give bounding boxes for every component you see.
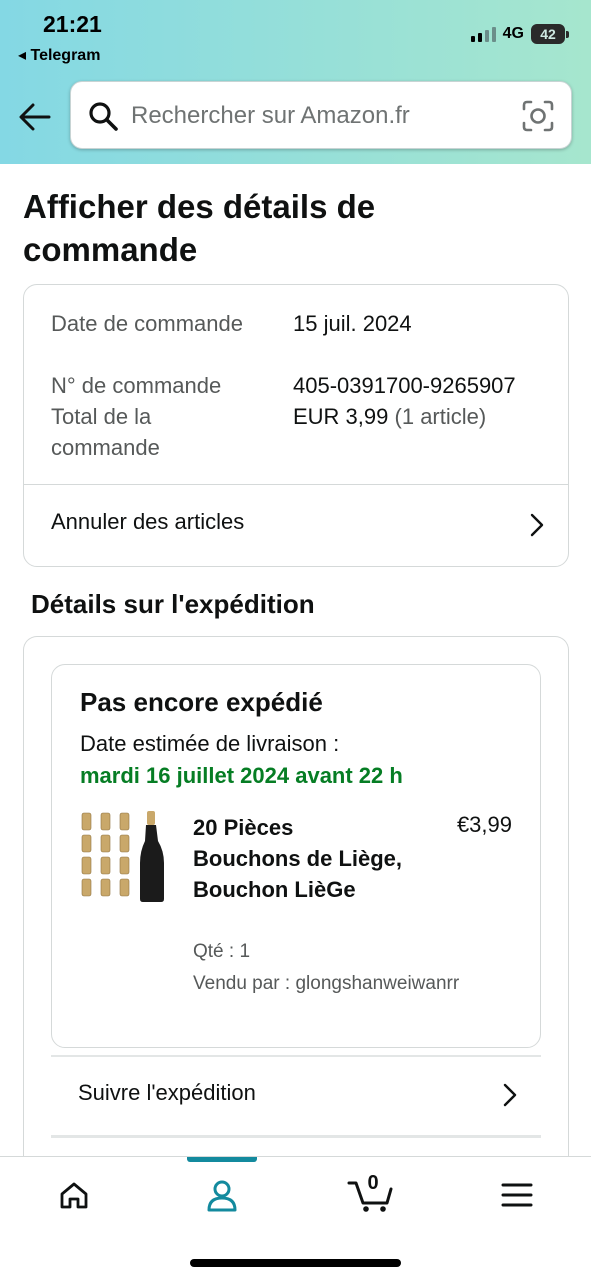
product-image[interactable] (80, 811, 168, 903)
menu-icon (501, 1183, 533, 1207)
camera-icon[interactable] (521, 99, 555, 133)
product-quantity: Qté : 1 (193, 941, 251, 962)
network-type: 4G (502, 25, 524, 42)
order-total-amount: EUR 3,99 (293, 404, 389, 429)
track-shipment-label: Suivre l'expédition (78, 1080, 256, 1105)
status-time: 21:21 (43, 11, 102, 37)
product-price: €3,99 (456, 812, 512, 837)
tab-home[interactable] (54, 1175, 94, 1215)
page-title: Afficher des détails de commande (23, 188, 376, 268)
account-icon (207, 1180, 237, 1212)
order-date-row: Date de commande 15 juil. 2024 (51, 308, 412, 339)
battery-icon: 42 (531, 24, 569, 44)
order-item-count: (1 article) (394, 404, 487, 429)
signal-icon (470, 26, 496, 42)
cart-count-badge: 0 (367, 1172, 379, 1194)
shipment-status: Pas encore expédié (80, 687, 323, 717)
shipment-item-box: Pas encore expédié Date estimée de livra… (51, 664, 541, 1048)
status-indicators: 4G 42 (470, 24, 569, 44)
chevron-right-icon (530, 513, 544, 537)
order-number-row: N° de commande 405-0391700-9265907 (51, 370, 516, 401)
chevron-right-icon (503, 1083, 517, 1107)
tab-menu[interactable] (497, 1175, 537, 1215)
battery-level: 42 (540, 26, 556, 42)
order-total-value: EUR 3,99 (1 article) (293, 401, 583, 432)
search-bar[interactable] (70, 81, 572, 149)
divider (51, 1135, 541, 1138)
product-seller: Vendu par : glongshanweiwanrr (193, 973, 460, 994)
home-indicator (190, 1259, 401, 1267)
shipment-card: Pas encore expédié Date estimée de livra… (23, 636, 569, 1196)
back-arrow-icon[interactable] (18, 100, 52, 134)
tab-account[interactable] (202, 1175, 242, 1215)
order-number-value: 405-0391700-9265907 (293, 373, 516, 398)
track-shipment-row[interactable]: Suivre l'expédition (51, 1057, 541, 1135)
product-title-link[interactable]: 20 Pièces Bouchons de Liège, Bouchon Liè… (193, 812, 403, 905)
order-date-label: Date de commande (51, 311, 243, 336)
search-input[interactable] (131, 96, 501, 136)
order-date-value: 15 juil. 2024 (293, 311, 412, 336)
shipment-section-title: Détails sur l'expédition (31, 589, 315, 619)
back-to-telegram-link[interactable]: ◂ Telegram (18, 45, 100, 65)
order-summary-card: Date de commande 15 juil. 2024 N° de com… (23, 284, 569, 567)
cancel-items-row[interactable]: Annuler des articles (24, 485, 568, 566)
order-total-label: Total de la commande (51, 404, 160, 460)
delivery-estimate-date: mardi 16 juillet 2024 avant 22 h (80, 763, 403, 788)
active-tab-indicator (187, 1157, 257, 1162)
order-total-row: Total de la commande EUR 3,99 (1 article… (51, 401, 486, 463)
cancel-items-label: Annuler des articles (51, 509, 245, 534)
order-number-label: N° de commande (51, 373, 222, 398)
home-icon (60, 1182, 88, 1209)
header: 21:21 ◂ Telegram 4G 42 (0, 0, 591, 164)
delivery-estimate-label: Date estimée de livraison : (80, 731, 340, 756)
search-icon (89, 102, 118, 131)
